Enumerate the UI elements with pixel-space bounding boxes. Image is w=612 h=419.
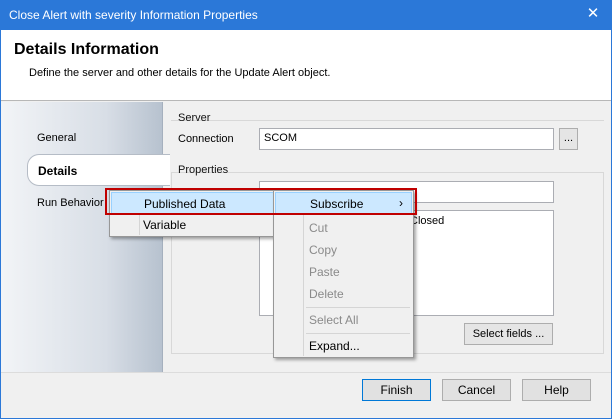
title-bar[interactable]: Close Alert with severity Information Pr… bbox=[1, 1, 611, 30]
nav-item-details-label: Details bbox=[38, 164, 78, 178]
select-fields-button[interactable]: Select fields ... bbox=[464, 323, 553, 345]
cancel-button[interactable]: Cancel bbox=[442, 379, 511, 401]
menu-item-cut[interactable]: Cut bbox=[275, 217, 412, 239]
connection-label: Connection bbox=[178, 133, 234, 145]
nav-panel: General Details Run Behavior bbox=[1, 102, 170, 372]
menu-item-label: Copy bbox=[309, 243, 338, 257]
menu-separator bbox=[306, 333, 410, 334]
header-panel: Details Information Define the server an… bbox=[1, 30, 611, 101]
menu-item-label: Subscribe bbox=[310, 197, 364, 211]
property-value-text: Closed bbox=[410, 215, 445, 227]
context-menu: Published Data Variable bbox=[109, 190, 277, 237]
submenu: Subscribe › Cut Copy Paste Delete Select… bbox=[273, 190, 414, 358]
properties-group-label: Properties bbox=[178, 164, 229, 176]
connection-input[interactable]: SCOM bbox=[259, 128, 554, 150]
menu-item-label: Select All bbox=[309, 313, 359, 327]
nav-item-run-behavior[interactable]: Run Behavior bbox=[37, 197, 104, 209]
close-icon[interactable]: ✕ bbox=[579, 3, 607, 25]
page-subtitle: Define the server and other details for … bbox=[29, 67, 331, 79]
help-button[interactable]: Help bbox=[522, 379, 591, 401]
finish-button[interactable]: Finish bbox=[362, 379, 431, 401]
nav-item-general[interactable]: General bbox=[37, 132, 76, 144]
browse-button[interactable]: ... bbox=[559, 128, 578, 150]
menu-item-label: Paste bbox=[309, 265, 340, 279]
menu-item-variable[interactable]: Variable bbox=[111, 214, 275, 236]
menu-item-label: Cut bbox=[309, 221, 328, 235]
menu-item-subscribe[interactable]: Subscribe › bbox=[275, 192, 412, 214]
menu-item-paste[interactable]: Paste bbox=[275, 261, 412, 283]
server-group-label: Server bbox=[178, 112, 211, 124]
properties-dialog: Close Alert with severity Information Pr… bbox=[0, 0, 612, 419]
dialog-footer: Finish Cancel Help bbox=[1, 372, 611, 418]
menu-item-label: Expand... bbox=[309, 339, 360, 353]
menu-item-label: Published Data bbox=[144, 197, 226, 211]
menu-separator bbox=[306, 307, 410, 308]
menu-item-select-all[interactable]: Select All bbox=[275, 309, 412, 331]
menu-item-label: Variable bbox=[143, 218, 187, 232]
nav-item-details[interactable]: Details bbox=[27, 154, 170, 186]
menu-item-copy[interactable]: Copy bbox=[275, 239, 412, 261]
page-title: Details Information bbox=[14, 41, 159, 58]
menu-item-expand[interactable]: Expand... bbox=[275, 335, 412, 357]
menu-item-delete[interactable]: Delete bbox=[275, 283, 412, 305]
window-title: Close Alert with severity Information Pr… bbox=[9, 8, 258, 22]
menu-item-published-data[interactable]: Published Data bbox=[111, 192, 275, 214]
chevron-right-icon: › bbox=[399, 196, 403, 210]
menu-item-label: Delete bbox=[309, 287, 344, 301]
